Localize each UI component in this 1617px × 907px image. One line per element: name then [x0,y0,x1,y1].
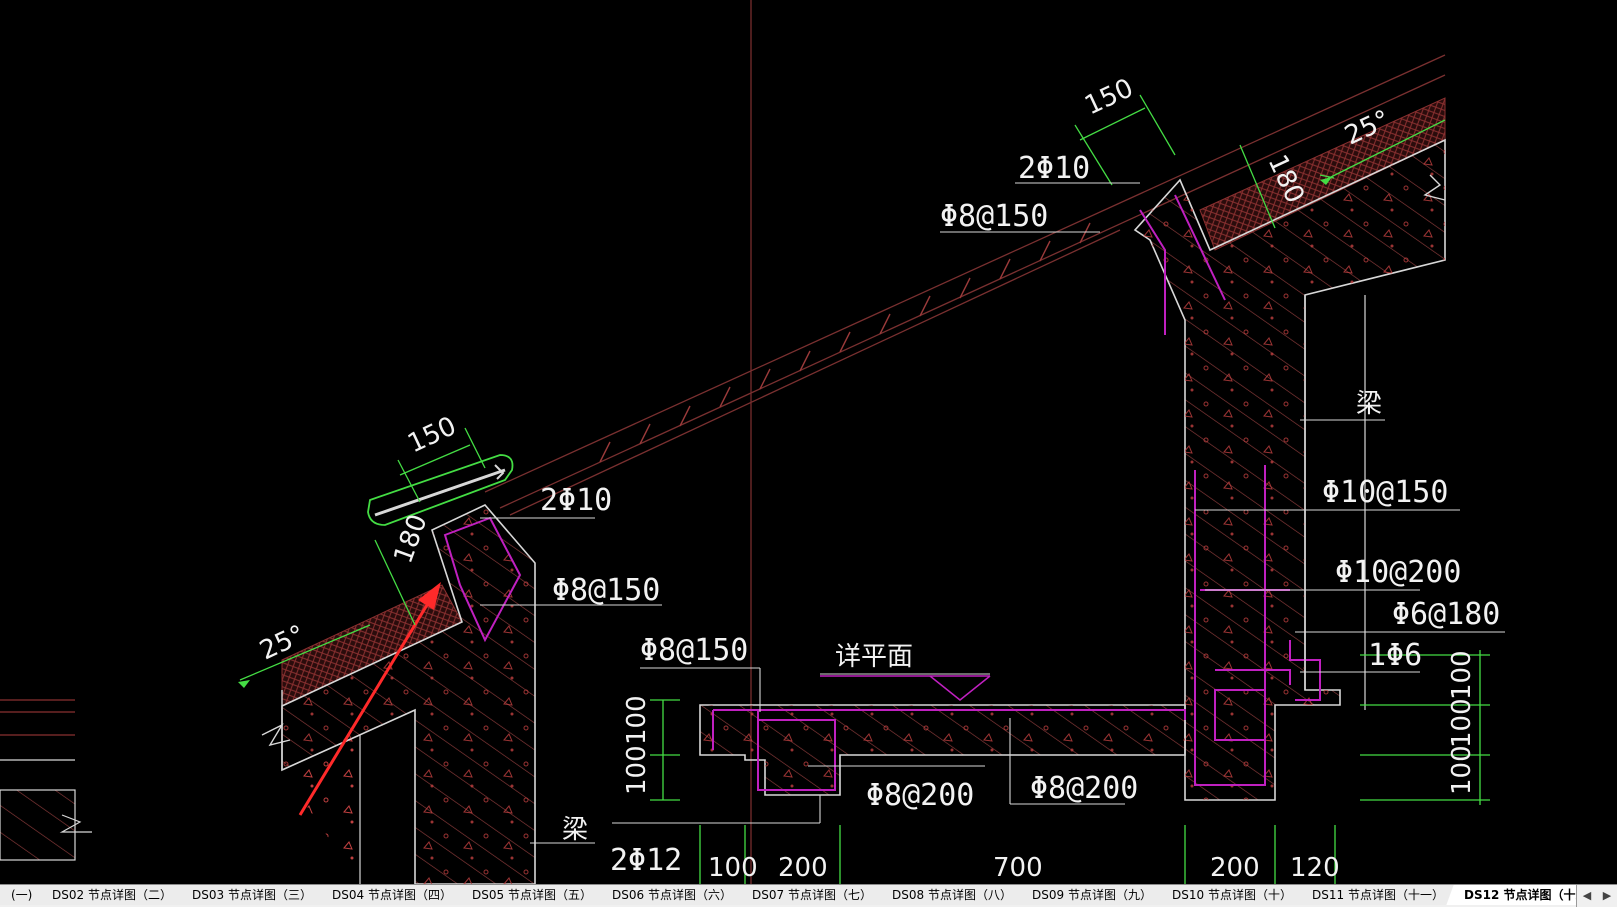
label-dim-700-bottom: 700 [993,853,1043,883]
label-phi8-150-top: Φ8@150 [940,199,1048,234]
label-dim-100-r1: 100 [1447,650,1477,700]
tab-ds09[interactable]: DS09 节点详图（九） [1014,885,1165,905]
label-phi8-200-b: Φ8@200 [1030,771,1138,806]
tab-ds11[interactable]: DS11 节点详图（十一） [1294,885,1457,905]
adjacent-slab-fragment [0,699,92,861]
label-see-plan: 详平面 [835,642,913,672]
label-beam-left: 梁 [562,815,588,845]
label-1phi6: 1Φ6 [1368,638,1422,673]
label-dim-120-bottom: 120 [1290,853,1340,883]
cad-drawing-canvas[interactable]: 2Φ10 Φ8@150 150 180 25° 梁 Φ10@150 Φ10@20… [0,0,1617,884]
label-beam-right: 梁 [1356,389,1382,419]
label-dim-100-r3: 100 [1447,745,1477,795]
tab-scroll-controls: ◀ ▶ [1576,885,1617,907]
label-dim-200-bottom-1: 200 [778,853,828,883]
tab-ds07[interactable]: DS07 节点详图（七） [734,885,885,905]
tab-ds05[interactable]: DS05 节点详图（五） [454,885,605,905]
label-dim-100-v2: 100 [622,745,652,795]
label-dim-100-bottom: 100 [708,853,758,883]
tab-ds04[interactable]: DS04 节点详图（四） [314,885,465,905]
tab-ds06[interactable]: DS06 节点详图（六） [594,885,745,905]
label-phi8-150-mid: Φ8@150 [640,633,748,668]
label-phi10-200: Φ10@200 [1335,555,1461,590]
scroll-right-icon[interactable]: ▶ [1597,885,1617,907]
label-dim-100-v1: 100 [622,695,652,745]
label-phi8-200-a: Φ8@200 [866,778,974,813]
label-phi6-180: Φ6@180 [1392,597,1500,632]
label-180-left: 180 [388,510,433,567]
tab-ds02[interactable]: DS02 节点详图（二） [34,885,185,905]
label-phi10-150: Φ10@150 [1322,475,1448,510]
tab-ds03[interactable]: DS03 节点详图（三） [174,885,325,905]
label-2phi10-left: 2Φ10 [540,483,612,518]
label-150-top: 150 [1080,73,1138,121]
label-2phi10-top: 2Φ10 [1018,151,1090,186]
label-dim-100-r2: 100 [1447,698,1477,748]
tab-ds08[interactable]: DS08 节点详图（八） [874,885,1025,905]
scroll-left-icon[interactable]: ◀ [1577,885,1597,907]
label-2phi12: 2Φ12 [610,843,682,878]
label-phi8-150-left: Φ8@150 [552,573,660,608]
tab-ds10[interactable]: DS10 节点详图（十） [1154,885,1305,905]
layout-tab-bar: (一) DS02 节点详图（二） DS03 节点详图（三） DS04 节点详图（… [0,884,1617,907]
label-dim-200-bottom-2: 200 [1210,853,1260,883]
